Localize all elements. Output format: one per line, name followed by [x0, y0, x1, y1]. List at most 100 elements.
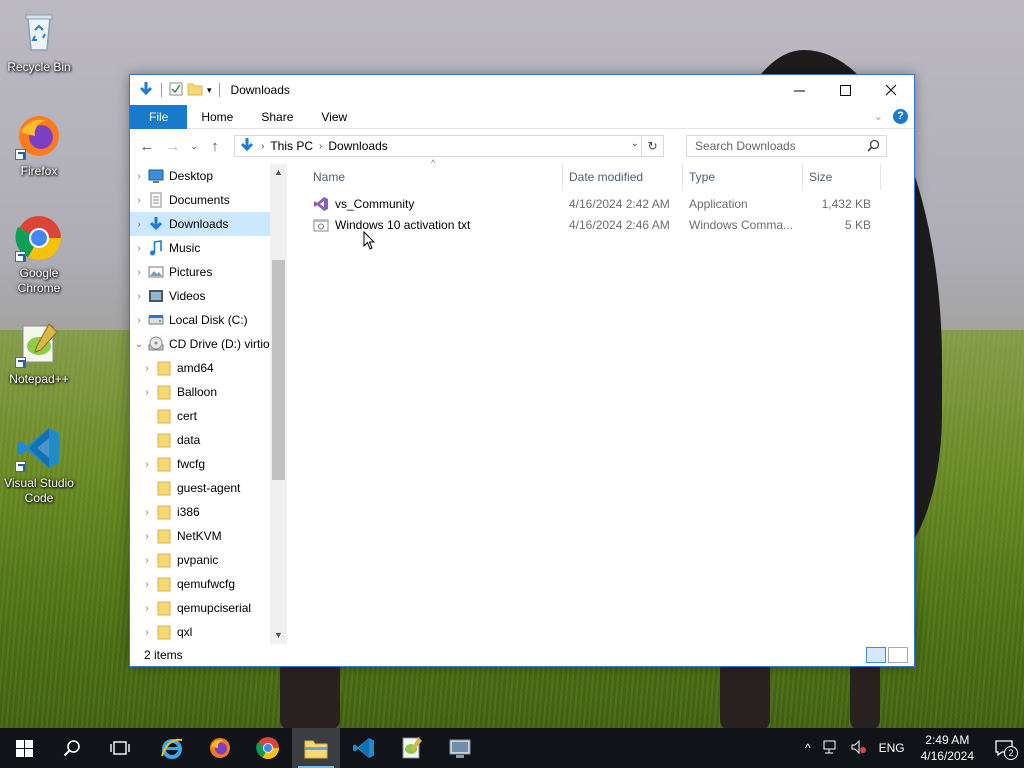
action-center-button[interactable]: 2 [984, 728, 1024, 768]
navigation-scrollbar[interactable]: ▲ ▼ [270, 164, 287, 644]
expand-chevron-icon[interactable]: › [130, 219, 148, 230]
clock[interactable]: 2:49 AM 4/16/2024 [911, 732, 984, 764]
expand-chevron-icon[interactable]: › [138, 555, 156, 566]
expand-chevron-icon[interactable]: › [130, 171, 148, 182]
nav-item-balloon[interactable]: › Balloon [130, 380, 287, 404]
nav-item-guest-agent[interactable]: guest-agent [130, 476, 287, 500]
show-hidden-icons-chevron-icon[interactable]: ^ [799, 741, 817, 755]
expand-chevron-icon[interactable]: › [138, 507, 156, 518]
search-button[interactable] [48, 728, 96, 768]
nav-item-cd-drive-d-virtio-win[interactable]: ⌄ CD Drive (D:) virtio-win [130, 332, 287, 356]
maximize-button[interactable] [822, 75, 868, 105]
expand-chevron-icon[interactable]: › [130, 267, 148, 278]
expand-chevron-icon[interactable]: › [138, 387, 156, 398]
nav-item-qxl[interactable]: › qxl [130, 620, 287, 644]
nav-item-label: i386 [177, 505, 200, 519]
taskbar-file-explorer[interactable] [292, 728, 340, 768]
nav-item-qemupciserial[interactable]: › qemupciserial [130, 596, 287, 620]
tab-share[interactable]: Share [247, 105, 307, 129]
search-input[interactable]: Search Downloads [695, 139, 796, 153]
taskbar-notepad-plus-plus[interactable] [388, 728, 436, 768]
breadcrumb-separator[interactable]: › [319, 141, 322, 152]
up-button[interactable]: ↑ [204, 138, 226, 155]
tab-file[interactable]: File [130, 104, 188, 129]
nav-item-desktop[interactable]: › Desktop [130, 164, 287, 188]
nav-item-music[interactable]: › Music [130, 236, 287, 260]
nav-item-local-disk-c[interactable]: › Local Disk (C:) [130, 308, 287, 332]
properties-icon[interactable] [169, 82, 183, 99]
expand-ribbon-chevron-icon[interactable]: ⌄ [874, 110, 883, 123]
forward-button[interactable]: → [162, 138, 184, 155]
internet-explorer-icon [161, 738, 183, 759]
desktop-icon-notepad-plus-plus[interactable]: Notepad++ [1, 320, 77, 387]
help-icon[interactable]: ? [893, 109, 908, 124]
refresh-button[interactable]: ↻ [641, 136, 663, 156]
nav-item-cert[interactable]: cert [130, 404, 287, 428]
taskbar-vscode[interactable] [340, 728, 388, 768]
taskbar-firefox[interactable] [196, 728, 244, 768]
recent-locations-dropdown[interactable]: ⌄ [188, 141, 200, 152]
desktop-icon-visual-studio-code[interactable]: Visual Studio Code [1, 424, 77, 506]
scroll-thumb[interactable] [272, 260, 285, 480]
file-row[interactable]: Windows 10 activation txt 4/16/2024 2:46… [307, 214, 914, 235]
large-icons-view-button[interactable] [888, 647, 908, 663]
expand-chevron-icon[interactable]: › [138, 363, 156, 374]
expand-chevron-icon[interactable]: › [138, 531, 156, 542]
breadcrumb-separator[interactable]: › [261, 141, 264, 152]
nav-item-i386[interactable]: › i386 [130, 500, 287, 524]
nav-item-label: cert [177, 409, 198, 423]
notepad-plus-plus-icon [402, 737, 422, 759]
breadcrumb-downloads[interactable]: Downloads [328, 139, 387, 153]
search-box[interactable]: Search Downloads [686, 135, 887, 157]
expand-chevron-icon[interactable]: › [138, 579, 156, 590]
details-view-button[interactable] [866, 647, 886, 663]
nav-item-pvpanic[interactable]: › pvpanic [130, 548, 287, 572]
desktop-icon-recycle-bin[interactable]: Recycle Bin [1, 8, 77, 75]
expand-chevron-icon[interactable]: › [130, 243, 148, 254]
nav-item-documents[interactable]: › Documents [130, 188, 287, 212]
nav-item-pictures[interactable]: › Pictures [130, 260, 287, 284]
nav-item-fwcfg[interactable]: › fwcfg [130, 452, 287, 476]
nav-item-data[interactable]: data [130, 428, 287, 452]
network-icon[interactable] [817, 740, 845, 757]
new-folder-icon[interactable] [187, 82, 203, 99]
scroll-down-button[interactable]: ▼ [270, 627, 287, 644]
volume-muted-icon[interactable] [845, 739, 873, 757]
back-button[interactable]: ← [136, 138, 158, 155]
desktop-icon-firefox[interactable]: Firefox [1, 112, 77, 179]
nav-item-videos[interactable]: › Videos [130, 284, 287, 308]
nav-item-label: data [177, 433, 201, 447]
minimize-button[interactable] [776, 75, 822, 105]
taskbar-chrome[interactable] [244, 728, 292, 768]
taskbar-control-panel[interactable] [436, 728, 484, 768]
expand-chevron-icon[interactable]: › [130, 315, 148, 326]
scroll-up-button[interactable]: ▲ [270, 164, 287, 181]
column-header-type[interactable]: Type [683, 164, 803, 190]
close-button[interactable] [868, 75, 914, 105]
address-bar[interactable]: › This PC › Downloads ⌄ ↻ [234, 135, 664, 157]
tab-view[interactable]: View [307, 105, 361, 129]
expand-chevron-icon[interactable]: › [130, 291, 148, 302]
expand-chevron-icon[interactable]: › [130, 195, 148, 206]
nav-item-downloads[interactable]: › Downloads [130, 212, 287, 236]
nav-item-qemufwcfg[interactable]: › qemufwcfg [130, 572, 287, 596]
desktop-icon-google-chrome[interactable]: Google Chrome [1, 214, 77, 296]
column-header-date-modified[interactable]: Date modified [563, 164, 683, 190]
customize-toolbar-dropdown-icon[interactable]: ▾ [207, 85, 212, 96]
input-language-indicator[interactable]: ENG [873, 741, 911, 755]
title-bar[interactable]: ▾ Downloads [130, 75, 914, 105]
task-view-button[interactable] [96, 728, 144, 768]
tab-home[interactable]: Home [187, 105, 247, 129]
nav-item-netkvm[interactable]: › NetKVM [130, 524, 287, 548]
taskbar-internet-explorer[interactable] [148, 728, 196, 768]
breadcrumb-this-pc[interactable]: This PC [270, 139, 313, 153]
expand-chevron-icon[interactable]: › [138, 459, 156, 470]
start-button[interactable] [0, 728, 48, 768]
expand-chevron-icon[interactable]: › [138, 627, 156, 638]
expand-chevron-icon[interactable]: › [138, 603, 156, 614]
column-header-size[interactable]: Size [803, 164, 881, 190]
file-row[interactable]: vs_Community 4/16/2024 2:42 AM Applicati… [307, 193, 914, 214]
collapse-chevron-icon[interactable]: ⌄ [130, 339, 148, 350]
nav-item-amd64[interactable]: › amd64 [130, 356, 287, 380]
address-dropdown-icon[interactable]: ⌄ [631, 138, 639, 149]
